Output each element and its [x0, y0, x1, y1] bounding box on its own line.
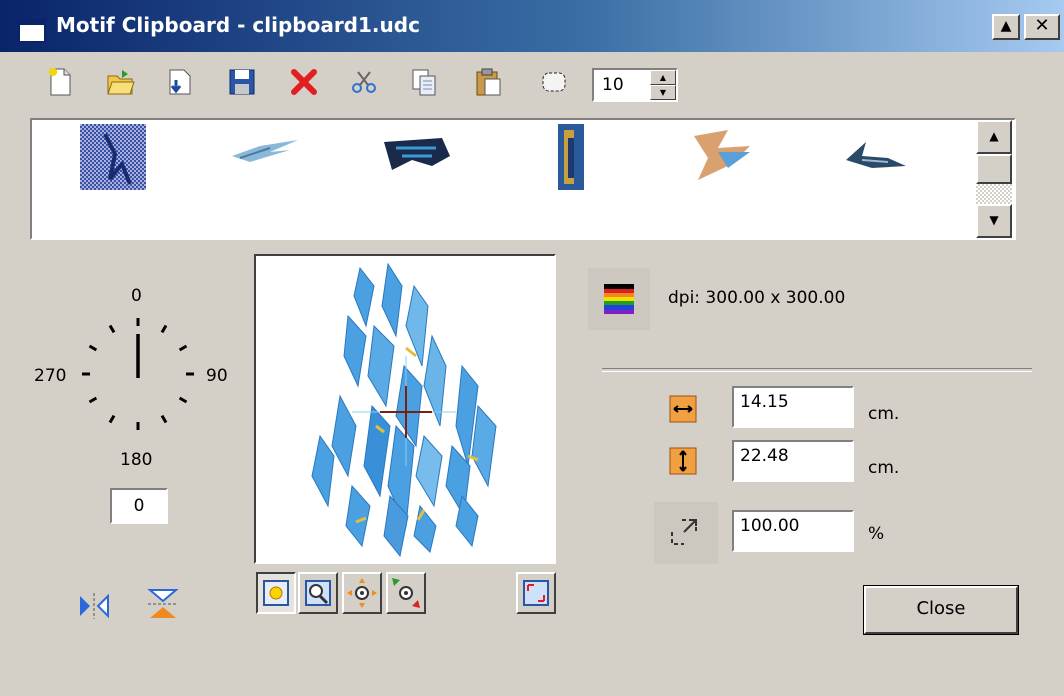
- open-icon[interactable]: [104, 66, 136, 98]
- paste-icon[interactable]: [472, 66, 504, 98]
- dial-label-270: 270: [34, 366, 67, 386]
- thumbnail-strip[interactable]: [30, 118, 1016, 240]
- thumbnail-motif-5[interactable]: [688, 128, 758, 184]
- dial-label-0: 0: [131, 286, 142, 306]
- fit-view-button[interactable]: [256, 572, 296, 614]
- origin-view-button[interactable]: [386, 572, 426, 614]
- width-icon: [669, 395, 697, 423]
- scale-unit: %: [868, 524, 885, 544]
- stepper-up-button[interactable]: ▲: [650, 70, 676, 85]
- height-icon: [669, 447, 697, 475]
- thumbnail-motif-1[interactable]: [80, 124, 146, 190]
- separator: [602, 368, 1032, 372]
- maximize-button[interactable]: ▲: [992, 14, 1020, 40]
- zoom-view-button[interactable]: [298, 572, 338, 614]
- thumbnail-scrollbar[interactable]: ▲ ▼: [976, 120, 1014, 238]
- scroll-up-button[interactable]: ▲: [976, 120, 1012, 154]
- new-icon[interactable]: [44, 66, 76, 98]
- fullscreen-view-button[interactable]: [516, 572, 556, 614]
- thumbnail-motif-3[interactable]: [382, 136, 452, 172]
- stepper-value[interactable]: 10: [602, 75, 624, 95]
- copy-icon[interactable]: [408, 66, 440, 98]
- thumbnail-motif-2[interactable]: [230, 138, 302, 168]
- delete-icon[interactable]: [288, 66, 320, 98]
- width-unit: cm.: [868, 404, 900, 424]
- flip-horizontal-icon[interactable]: [76, 590, 112, 622]
- motif-preview[interactable]: [254, 254, 556, 564]
- height-field[interactable]: 22.48: [732, 440, 854, 482]
- zoom-stepper[interactable]: 10 ▲ ▼: [592, 68, 678, 102]
- thumbnail-motif-6[interactable]: [842, 138, 912, 172]
- import-icon[interactable]: [164, 66, 196, 98]
- dial-label-90: 90: [206, 366, 228, 386]
- color-palette-button[interactable]: [588, 268, 650, 330]
- close-button[interactable]: Close: [863, 585, 1019, 635]
- window-title: Motif Clipboard - clipboard1.udc: [56, 13, 420, 37]
- dpi-label: dpi: 300.00 x 300.00: [668, 288, 846, 308]
- dial-label-180: 180: [120, 450, 153, 470]
- flip-vertical-icon[interactable]: [146, 586, 180, 622]
- angle-input[interactable]: 0: [110, 488, 168, 524]
- center-view-button[interactable]: [342, 572, 382, 614]
- window-close-button[interactable]: ✕: [1024, 14, 1060, 40]
- window-icon: [18, 19, 46, 43]
- scroll-down-button[interactable]: ▼: [976, 204, 1012, 238]
- thumbnail-motif-4[interactable]: [554, 124, 588, 190]
- selection-icon[interactable]: [538, 66, 570, 98]
- stepper-down-button[interactable]: ▼: [650, 85, 676, 100]
- width-field[interactable]: 14.15: [732, 386, 854, 428]
- rotation-dial[interactable]: [70, 306, 206, 442]
- scroll-thumb[interactable]: [976, 154, 1012, 184]
- cut-icon[interactable]: [348, 66, 380, 98]
- save-icon[interactable]: [226, 66, 258, 98]
- scale-icon: [654, 502, 718, 564]
- scale-field[interactable]: 100.00: [732, 510, 854, 552]
- height-unit: cm.: [868, 458, 900, 478]
